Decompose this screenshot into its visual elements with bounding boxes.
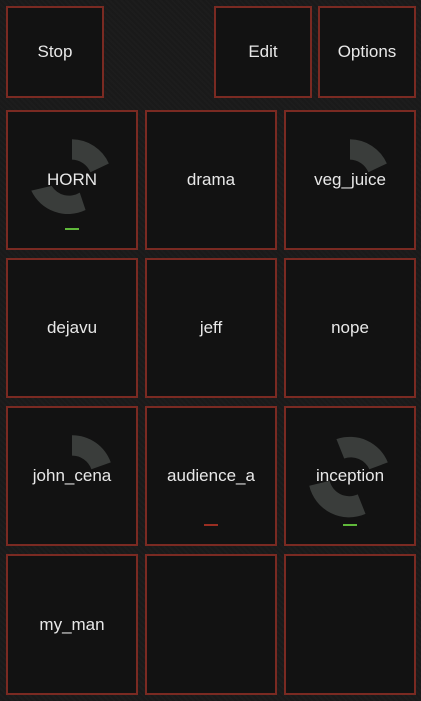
stopped-indicator [204, 524, 218, 526]
options-button[interactable]: Options [318, 6, 416, 98]
options-button-label: Options [337, 42, 397, 61]
edit-button-label: Edit [248, 42, 278, 61]
playing-indicator [343, 524, 357, 526]
pad-label: inception [315, 466, 385, 485]
pad-label: veg_juice [314, 170, 386, 189]
sound-pad-drama[interactable]: drama [145, 110, 277, 250]
pad-label: nope [331, 318, 369, 337]
sound-pad-audience-a[interactable]: audience_a [145, 406, 277, 546]
stop-button-label: Stop [37, 42, 73, 61]
sound-pad-my-man[interactable]: my_man [6, 554, 138, 695]
pad-label: john_cena [32, 466, 112, 485]
pad-label: jeff [199, 318, 223, 337]
sound-pad-empty[interactable] [145, 554, 277, 695]
sound-pad-john-cena[interactable]: john_cena [6, 406, 138, 546]
pad-label: dejavu [46, 318, 98, 337]
stop-button[interactable]: Stop [6, 6, 104, 98]
pad-label: HORN [46, 170, 98, 189]
pad-label: audience_a [167, 466, 255, 485]
sound-pad-horn[interactable]: HORN [6, 110, 138, 250]
sound-pad-jeff[interactable]: jeff [145, 258, 277, 398]
sound-pad-empty[interactable] [284, 554, 416, 695]
playing-indicator [65, 228, 79, 230]
sound-pad-nope[interactable]: nope [284, 258, 416, 398]
pad-label: drama [186, 170, 236, 189]
sound-pad-inception[interactable]: inception [284, 406, 416, 546]
edit-button[interactable]: Edit [214, 6, 312, 98]
sound-pad-dejavu[interactable]: dejavu [6, 258, 138, 398]
sound-pad-veg-juice[interactable]: veg_juice [284, 110, 416, 250]
pad-label: my_man [39, 614, 105, 634]
